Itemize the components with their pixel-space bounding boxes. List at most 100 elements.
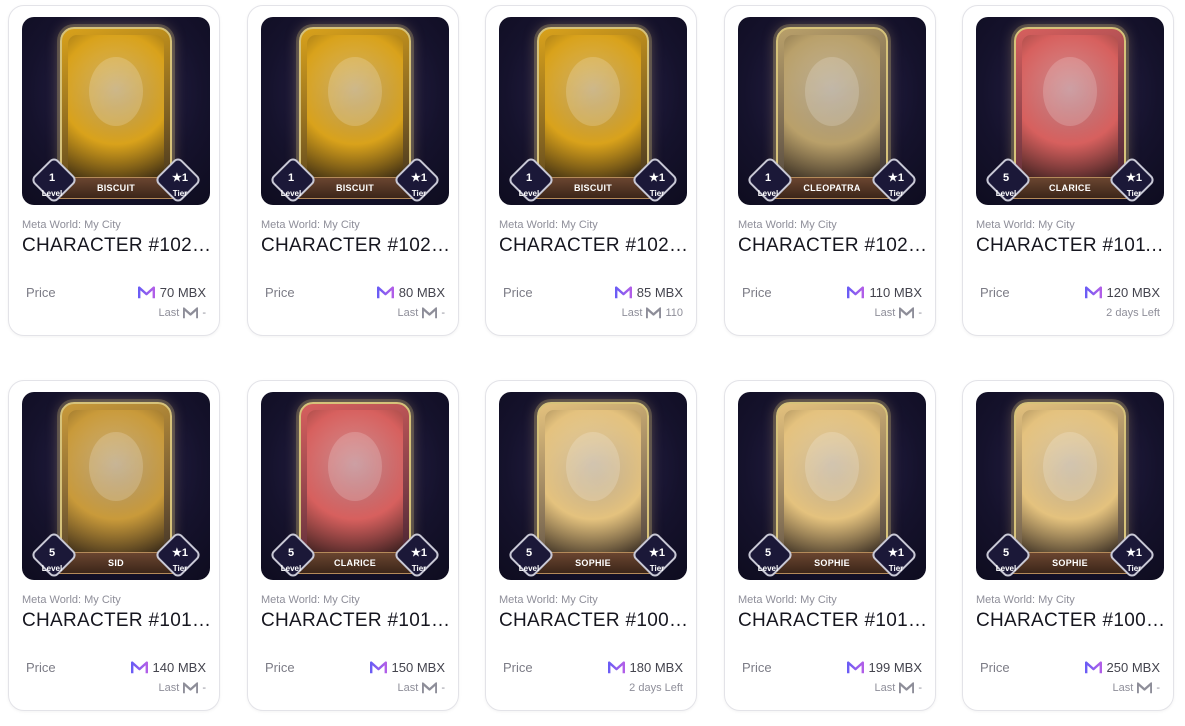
tier-value: ★1 bbox=[172, 547, 188, 559]
character-artwork[interactable]: BISCUIT 1 ★1 Level Tier bbox=[22, 17, 210, 205]
portrait-highlight bbox=[566, 56, 620, 127]
level-label: Level bbox=[757, 189, 779, 198]
card-title[interactable]: CHARACTER #101426 bbox=[738, 610, 930, 632]
card-frame bbox=[299, 27, 411, 185]
portrait-highlight bbox=[89, 431, 143, 502]
card-title[interactable]: CHARACTER #101180 bbox=[976, 235, 1168, 257]
character-card[interactable]: BISCUIT 1 ★1 Level Tier Meta World: My C… bbox=[247, 5, 459, 336]
price: 250 MBX bbox=[1084, 660, 1160, 675]
price-label: Price bbox=[980, 660, 1010, 675]
level-value: 5 bbox=[525, 547, 533, 559]
mbx-logo-icon bbox=[183, 307, 199, 319]
mbx-token-icon bbox=[1084, 661, 1102, 674]
price-value: 110 MBX bbox=[869, 285, 922, 300]
character-card[interactable]: SID 5 ★1 Level Tier Meta World: My City … bbox=[8, 380, 220, 711]
character-artwork[interactable]: CLARICE 5 ★1 Level Tier bbox=[261, 392, 449, 580]
mbx-token-icon bbox=[614, 286, 632, 299]
price: 120 MBX bbox=[1084, 285, 1160, 300]
mbx-token-icon bbox=[1084, 286, 1102, 299]
character-artwork[interactable]: BISCUIT 1 ★1 Level Tier bbox=[499, 17, 687, 205]
price-value: 180 MBX bbox=[629, 660, 683, 675]
collection-name: Meta World: My City bbox=[738, 219, 837, 231]
price: 199 MBX bbox=[846, 660, 922, 675]
tier-label: Tier bbox=[649, 564, 665, 573]
tier-label: Tier bbox=[1126, 189, 1142, 198]
tier-label: Tier bbox=[1126, 564, 1142, 573]
character-artwork[interactable]: SID 5 ★1 Level Tier bbox=[22, 392, 210, 580]
tier-label: Tier bbox=[411, 189, 427, 198]
card-title[interactable]: CHARACTER #101268 bbox=[261, 610, 453, 632]
tier-label: Tier bbox=[172, 189, 188, 198]
last-sale: Last - bbox=[159, 682, 206, 694]
level-value: 5 bbox=[1002, 547, 1010, 559]
card-frame bbox=[776, 27, 888, 185]
card-title[interactable]: CHARACTER #102332 bbox=[22, 235, 214, 257]
card-title[interactable]: CHARACTER #102337 bbox=[261, 235, 453, 257]
card-title[interactable]: CHARACTER #100010 bbox=[499, 610, 691, 632]
character-card[interactable]: SOPHIE 5 ★1 Level Tier Meta World: My Ci… bbox=[962, 380, 1174, 711]
price-value: 150 MBX bbox=[391, 660, 445, 675]
tier-label: Tier bbox=[411, 564, 427, 573]
mbx-token-icon bbox=[847, 286, 865, 299]
collection-name: Meta World: My City bbox=[22, 594, 121, 606]
mbx-logo-icon bbox=[899, 682, 915, 694]
price-label: Price bbox=[265, 285, 295, 300]
price-value: 250 MBX bbox=[1106, 660, 1160, 675]
price: 140 MBX bbox=[130, 660, 206, 675]
time-left: 2 days Left bbox=[1106, 307, 1160, 319]
character-card[interactable]: BISCUIT 1 ★1 Level Tier Meta World: My C… bbox=[485, 5, 697, 336]
portrait-highlight bbox=[805, 56, 859, 127]
collection-name: Meta World: My City bbox=[261, 219, 360, 231]
mbx-token-icon bbox=[130, 661, 148, 674]
last-label: Last bbox=[158, 682, 180, 694]
character-artwork[interactable]: SOPHIE 5 ★1 Level Tier bbox=[738, 392, 926, 580]
tier-label: Tier bbox=[888, 564, 904, 573]
mbx-token-icon bbox=[846, 661, 864, 674]
level-label: Level bbox=[41, 189, 63, 198]
level-value: 5 bbox=[764, 547, 772, 559]
portrait-highlight bbox=[328, 56, 382, 127]
card-title[interactable]: CHARACTER #102327 bbox=[499, 235, 691, 257]
price-label: Price bbox=[742, 285, 772, 300]
price-value: 80 MBX bbox=[398, 285, 445, 300]
last-label: Last bbox=[874, 682, 896, 694]
last-label: Last bbox=[158, 307, 180, 319]
collection-name: Meta World: My City bbox=[261, 594, 360, 606]
price-value: 85 MBX bbox=[636, 285, 683, 300]
card-title[interactable]: CHARACTER #102211 bbox=[738, 235, 930, 257]
card-frame bbox=[776, 402, 888, 560]
portrait-highlight bbox=[89, 56, 143, 127]
character-card[interactable]: CLARICE 5 ★1 Level Tier Meta World: My C… bbox=[247, 380, 459, 711]
portrait-highlight bbox=[328, 431, 382, 502]
character-card[interactable]: CLEOPATRA 1 ★1 Level Tier Meta World: My… bbox=[724, 5, 936, 336]
character-card[interactable]: BISCUIT 1 ★1 Level Tier Meta World: My C… bbox=[8, 5, 220, 336]
tier-value: ★1 bbox=[411, 172, 427, 184]
last-sale-value: - bbox=[441, 682, 445, 694]
last-label: Last bbox=[1112, 682, 1134, 694]
collection-name: Meta World: My City bbox=[499, 594, 598, 606]
character-card[interactable]: CLARICE 5 ★1 Level Tier Meta World: My C… bbox=[962, 5, 1174, 336]
level-value: 1 bbox=[48, 172, 56, 184]
character-artwork[interactable]: SOPHIE 5 ★1 Level Tier bbox=[976, 392, 1164, 580]
character-artwork[interactable]: CLARICE 5 ★1 Level Tier bbox=[976, 17, 1164, 205]
card-title[interactable]: CHARACTER #1002… bbox=[976, 610, 1168, 632]
price-value: 199 MBX bbox=[868, 660, 922, 675]
last-sale-value: - bbox=[918, 682, 922, 694]
character-artwork[interactable]: SOPHIE 5 ★1 Level Tier bbox=[499, 392, 687, 580]
character-artwork[interactable]: BISCUIT 1 ★1 Level Tier bbox=[261, 17, 449, 205]
tier-value: ★1 bbox=[888, 172, 904, 184]
tier-value: ★1 bbox=[1126, 172, 1142, 184]
tier-value: ★1 bbox=[1126, 547, 1142, 559]
character-card[interactable]: SOPHIE 5 ★1 Level Tier Meta World: My Ci… bbox=[485, 380, 697, 711]
card-frame bbox=[60, 27, 172, 185]
mbx-token-icon bbox=[369, 661, 387, 674]
mbx-token-icon bbox=[607, 661, 625, 674]
character-card[interactable]: SOPHIE 5 ★1 Level Tier Meta World: My Ci… bbox=[724, 380, 936, 711]
card-frame bbox=[299, 402, 411, 560]
card-title[interactable]: CHARACTER #101530 bbox=[22, 610, 214, 632]
price-label: Price bbox=[503, 660, 533, 675]
collection-name: Meta World: My City bbox=[22, 219, 121, 231]
character-artwork[interactable]: CLEOPATRA 1 ★1 Level Tier bbox=[738, 17, 926, 205]
last-sale-value: 110 bbox=[665, 307, 683, 319]
card-frame bbox=[537, 402, 649, 560]
